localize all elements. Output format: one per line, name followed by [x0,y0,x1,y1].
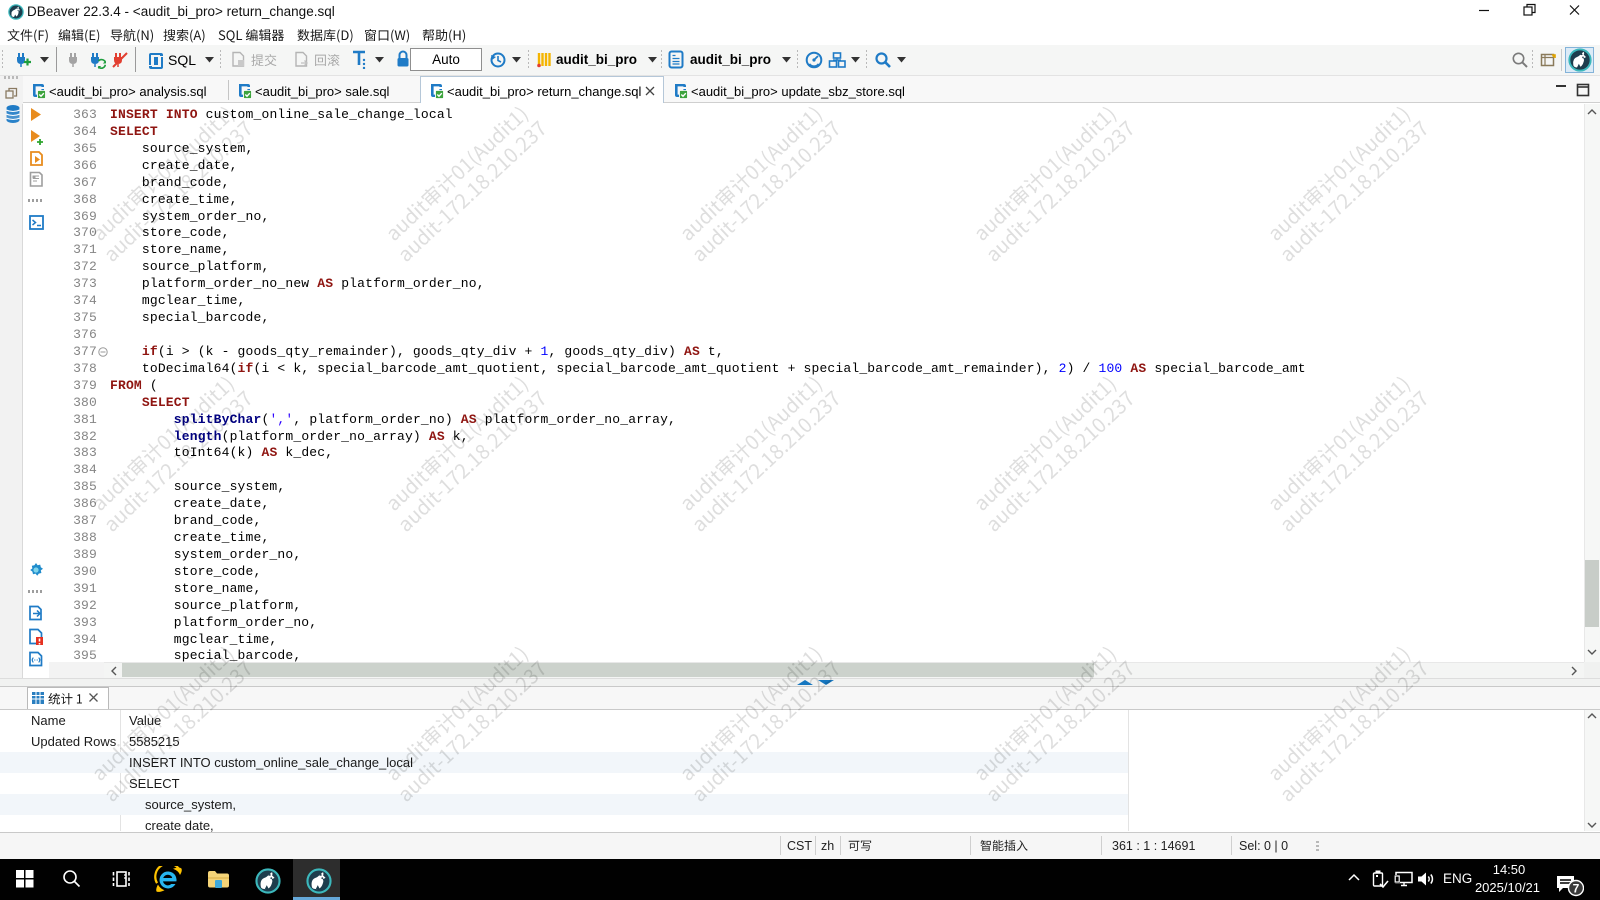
svg-text:7: 7 [1573,882,1580,896]
